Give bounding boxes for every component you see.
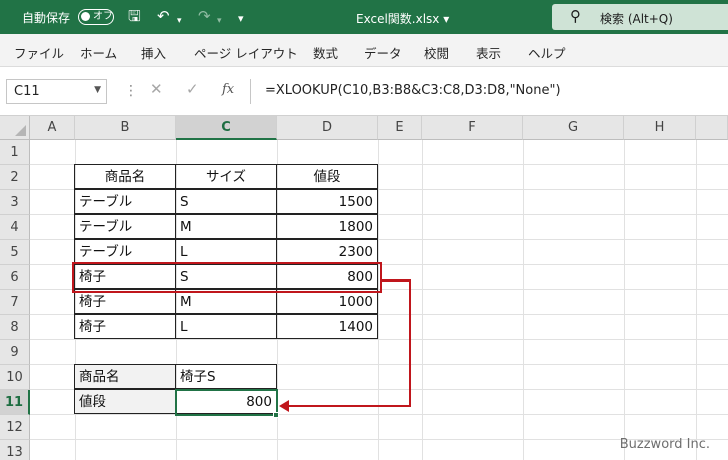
arrow-segment xyxy=(382,279,411,282)
row-header-12[interactable]: 12 xyxy=(0,415,30,440)
tab-home[interactable]: ホーム xyxy=(80,43,117,62)
autosave-toggle[interactable]: オフ xyxy=(78,9,114,25)
row-header-9[interactable]: 9 xyxy=(0,340,30,365)
corner-triangle-icon xyxy=(15,125,26,136)
cell-b4[interactable]: テーブル xyxy=(74,214,176,239)
cell-c4[interactable]: M xyxy=(175,214,277,239)
title-bar: 自動保存 オフ 🖫 ↶ ▾ ↷ ▾ ▾ Excel関数.xlsx ▾ ⚲ 検索 … xyxy=(0,0,728,34)
toggle-label: オフ xyxy=(93,11,113,22)
row-header-11[interactable]: 11 xyxy=(0,390,30,415)
tab-review[interactable]: 校閲 xyxy=(424,43,449,62)
column-header-a[interactable]: A xyxy=(30,116,75,140)
cell-c5[interactable]: L xyxy=(175,239,277,264)
column-header-c[interactable]: C xyxy=(176,116,277,140)
gridline xyxy=(696,140,697,460)
undo-dropdown-icon[interactable]: ▾ xyxy=(177,12,182,30)
worksheet-grid[interactable]: A B C D E F G H 1 2 3 4 5 6 7 8 9 10 11 … xyxy=(0,116,728,460)
cell-c8[interactable]: L xyxy=(175,314,277,339)
name-box[interactable]: C11 ▼ xyxy=(6,79,107,104)
row-header-1[interactable]: 1 xyxy=(0,140,30,165)
cell-b8[interactable]: 椅子 xyxy=(74,314,176,339)
column-header-d[interactable]: D xyxy=(277,116,378,140)
column-header-f[interactable]: F xyxy=(422,116,523,140)
formula-text: =XLOOKUP(C10,B3:B8&C3:C8,D3:D8,"None") xyxy=(265,83,561,98)
row-header-5[interactable]: 5 xyxy=(0,240,30,265)
row-header-7[interactable]: 7 xyxy=(0,290,30,315)
name-box-value: C11 xyxy=(14,84,40,99)
active-cell-border xyxy=(175,389,278,416)
cell-d4[interactable]: 1800 xyxy=(276,214,378,239)
column-header-b[interactable]: B xyxy=(75,116,176,140)
tab-insert[interactable]: 挿入 xyxy=(141,43,166,62)
row-header-4[interactable]: 4 xyxy=(0,215,30,240)
arrow-segment xyxy=(408,279,411,407)
watermark: Buzzword Inc. xyxy=(619,437,710,452)
ribbon-tabs: ファイル ホーム 挿入 ページ レイアウト 数式 データ 校閲 表示 ヘルプ xyxy=(0,34,728,67)
column-header-h[interactable]: H xyxy=(624,116,696,140)
search-box[interactable]: ⚲ 検索 (Alt+Q) xyxy=(552,4,728,30)
tab-file[interactable]: ファイル xyxy=(14,43,64,62)
fill-handle[interactable] xyxy=(273,412,279,418)
gridline xyxy=(30,414,728,415)
tab-data[interactable]: データ xyxy=(364,43,402,62)
autosave-label: 自動保存 xyxy=(22,11,71,25)
row-header-10[interactable]: 10 xyxy=(0,365,30,390)
row-header-3[interactable]: 3 xyxy=(0,190,30,215)
row-header-6[interactable]: 6 xyxy=(0,265,30,290)
cell-b2[interactable]: 商品名 xyxy=(74,164,176,189)
column-header-g[interactable]: G xyxy=(523,116,624,140)
gridline xyxy=(523,140,524,460)
row-header-2[interactable]: 2 xyxy=(0,165,30,190)
gridline xyxy=(378,140,379,460)
cell-b3[interactable]: テーブル xyxy=(74,189,176,214)
undo-icon[interactable]: ↶ xyxy=(157,7,170,25)
enter-icon[interactable]: ✓ xyxy=(186,80,199,98)
cell-d8[interactable]: 1400 xyxy=(276,314,378,339)
redo-dropdown-icon[interactable]: ▾ xyxy=(217,12,222,30)
toggle-knob xyxy=(81,12,90,21)
cell-b10[interactable]: 商品名 xyxy=(74,364,176,389)
tab-formulas[interactable]: 数式 xyxy=(313,43,338,62)
cell-d5[interactable]: 2300 xyxy=(276,239,378,264)
select-all-corner[interactable] xyxy=(0,116,30,140)
cell-d2[interactable]: 値段 xyxy=(276,164,378,189)
cell-b11[interactable]: 値段 xyxy=(74,389,176,414)
cell-c3[interactable]: S xyxy=(175,189,277,214)
column-header-i[interactable] xyxy=(696,116,728,140)
search-placeholder: 検索 (Alt+Q) xyxy=(600,12,673,26)
gridline xyxy=(30,339,728,340)
cell-c10[interactable]: 椅子S xyxy=(175,364,277,389)
file-name[interactable]: Excel関数.xlsx ▾ xyxy=(356,10,449,27)
cell-b5[interactable]: テーブル xyxy=(74,239,176,264)
arrow-head-icon xyxy=(279,399,289,412)
tab-page-layout[interactable]: ページ レイアウト xyxy=(194,43,298,62)
highlight-box xyxy=(72,262,382,293)
insert-function-icon[interactable]: fx xyxy=(222,82,234,97)
cell-d3[interactable]: 1500 xyxy=(276,189,378,214)
tab-view[interactable]: 表示 xyxy=(476,43,501,62)
save-icon[interactable]: 🖫 xyxy=(128,7,141,25)
column-header-e[interactable]: E xyxy=(378,116,422,140)
formula-bar: C11 ▼ ⋮ ✕ ✓ fx =XLOOKUP(C10,B3:B8&C3:C8,… xyxy=(0,67,728,116)
more-icon: ⋮ xyxy=(124,83,138,99)
row-header-8[interactable]: 8 xyxy=(0,315,30,340)
tab-help[interactable]: ヘルプ xyxy=(528,43,566,62)
gridline xyxy=(422,140,423,460)
chevron-down-icon[interactable]: ▼ xyxy=(94,85,101,95)
customize-qat-icon[interactable]: ▾ xyxy=(238,10,244,28)
search-icon: ⚲ xyxy=(570,7,581,25)
arrow-segment xyxy=(288,404,411,407)
redo-icon[interactable]: ↷ xyxy=(198,7,211,25)
row-header-13[interactable]: 13 xyxy=(0,440,30,460)
cell-c2[interactable]: サイズ xyxy=(175,164,277,189)
cancel-icon[interactable]: ✕ xyxy=(150,80,163,98)
formula-input[interactable]: =XLOOKUP(C10,B3:B8&C3:C8,D3:D8,"None") xyxy=(250,79,728,104)
gridline xyxy=(624,140,625,460)
